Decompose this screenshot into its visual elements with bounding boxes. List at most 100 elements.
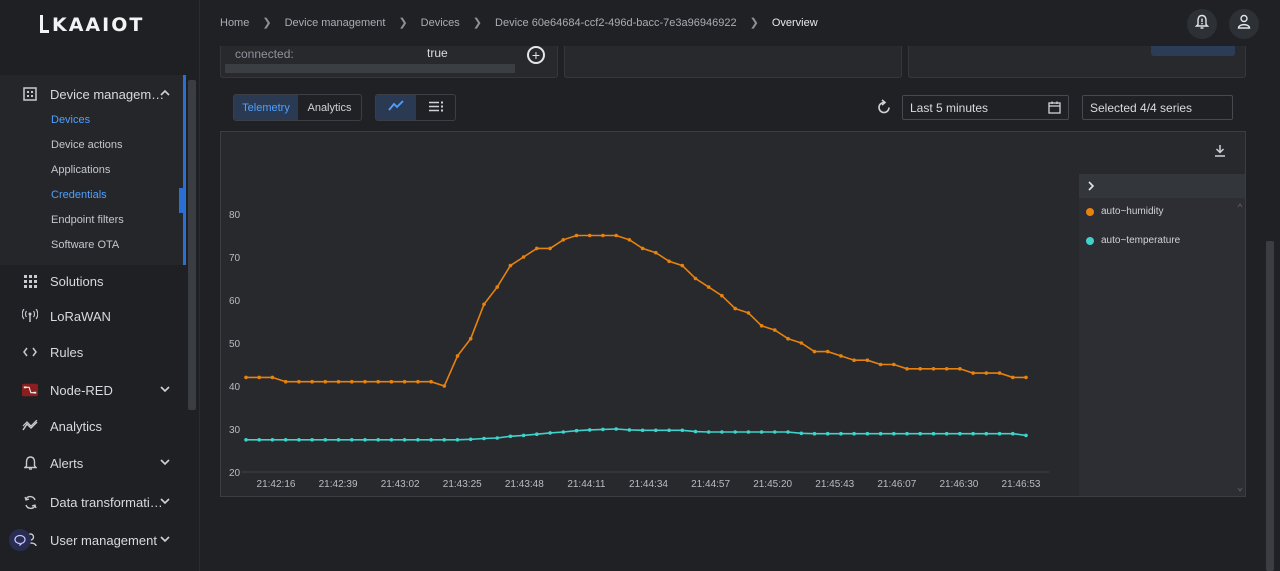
data-point xyxy=(720,430,724,434)
chevron-down-icon[interactable] xyxy=(159,495,171,510)
sidebar-subitem-software-ota[interactable]: Software OTA xyxy=(51,239,119,251)
data-point xyxy=(1024,375,1028,380)
data-point xyxy=(323,438,328,442)
table-view-button[interactable] xyxy=(416,95,455,120)
data-point xyxy=(521,255,526,259)
data-point xyxy=(495,285,500,289)
card-horizontal-scrollbar[interactable] xyxy=(225,64,515,73)
account-button[interactable] xyxy=(1229,9,1259,39)
chevron-down-icon[interactable] xyxy=(159,456,171,471)
data-point xyxy=(376,438,380,442)
device-card-right xyxy=(908,46,1246,78)
calendar-icon[interactable] xyxy=(1048,101,1061,117)
antenna-icon xyxy=(22,308,38,324)
card-action-button[interactable] xyxy=(1151,46,1235,56)
sidebar-scrollbar[interactable] xyxy=(188,80,196,410)
data-point xyxy=(733,430,737,434)
bell-alert-icon xyxy=(1194,14,1210,35)
data-point xyxy=(561,430,566,434)
data-point xyxy=(323,379,328,384)
data-point xyxy=(640,428,645,433)
sidebar-item-solutions[interactable]: Solutions xyxy=(0,264,183,298)
data-point xyxy=(574,428,579,433)
x-tick-label: 21:43:48 xyxy=(505,479,544,490)
data-point xyxy=(931,367,936,371)
data-point xyxy=(310,438,314,442)
data-point xyxy=(244,438,248,442)
chevron-down-icon[interactable] xyxy=(159,533,171,548)
kaaiot-logo[interactable]: kaaiot xyxy=(40,14,144,36)
data-point xyxy=(733,306,737,311)
active-section-indicator xyxy=(183,75,186,265)
tab-telemetry[interactable]: Telemetry xyxy=(234,95,298,120)
refresh-icon[interactable] xyxy=(876,99,892,115)
data-point xyxy=(548,246,552,251)
sidebar-item-device-management[interactable]: Device managem… xyxy=(0,77,183,111)
sidebar-item-alerts[interactable]: Alerts xyxy=(0,446,183,480)
main-content: connected: true + Telemetry Analytics La… xyxy=(200,46,1280,571)
node-red-icon xyxy=(22,382,38,398)
y-tick-label: 60 xyxy=(229,296,241,307)
breadcrumb-devices[interactable]: Devices xyxy=(421,17,460,29)
chat-icon[interactable] xyxy=(9,529,31,551)
chevron-down-icon[interactable] xyxy=(159,383,171,398)
data-point xyxy=(614,233,618,238)
data-point xyxy=(535,432,539,437)
series-select[interactable]: Selected 4/4 series xyxy=(1082,95,1233,120)
time-range-value: Last 5 minutes xyxy=(910,100,989,115)
sidebar-subitem-applications[interactable]: Applications xyxy=(51,164,110,176)
data-point xyxy=(350,438,354,442)
tab-analytics[interactable]: Analytics xyxy=(298,95,361,120)
device-card-middle xyxy=(564,46,902,78)
data-point xyxy=(984,431,989,436)
sidebar-subitem-device-actions[interactable]: Device actions xyxy=(51,139,123,151)
chevron-right-icon[interactable] xyxy=(1086,179,1096,197)
data-point xyxy=(601,427,605,432)
breadcrumb-device[interactable]: Device 60e64684-ccf2-496d-bacc-7e3a96946… xyxy=(495,17,737,29)
line-chart-icon xyxy=(388,100,404,115)
line-chart-button[interactable] xyxy=(376,95,416,120)
data-point xyxy=(746,430,751,434)
bell-icon xyxy=(22,455,38,471)
data-point xyxy=(852,358,856,362)
page-scrollbar[interactable] xyxy=(1266,241,1274,571)
data-point xyxy=(706,430,711,434)
download-icon[interactable] xyxy=(1214,144,1226,162)
sidebar-item-rules[interactable]: Rules xyxy=(0,335,183,369)
sidebar-item-analytics[interactable]: Analytics xyxy=(0,409,183,443)
sidebar-item-lorawan[interactable]: LoRaWAN xyxy=(0,299,183,333)
sidebar-subitem-credentials[interactable]: Credentials xyxy=(51,189,107,201)
sidebar-item-node-red[interactable]: Node-RED xyxy=(0,373,183,407)
legend-item-humidity[interactable]: auto~humidity xyxy=(1086,206,1164,217)
breadcrumb-device-management[interactable]: Device management xyxy=(285,17,386,29)
chevron-up-icon[interactable] xyxy=(159,87,171,102)
data-point xyxy=(574,233,579,238)
data-point xyxy=(548,431,552,435)
data-point xyxy=(958,431,962,436)
add-icon[interactable]: + xyxy=(527,46,545,64)
data-point xyxy=(257,438,261,442)
data-point xyxy=(521,433,526,438)
data-point xyxy=(640,246,645,251)
data-point xyxy=(971,371,975,375)
device-management-icon xyxy=(22,86,38,102)
y-tick-label: 20 xyxy=(229,468,241,479)
sidebar-item-data-transformation[interactable]: Data transformati… xyxy=(0,485,183,519)
breadcrumb-home[interactable]: Home xyxy=(220,17,249,29)
time-range-picker[interactable]: Last 5 minutes xyxy=(902,95,1069,120)
data-point xyxy=(892,431,896,436)
data-point xyxy=(429,438,433,442)
legend-header xyxy=(1079,174,1245,198)
x-tick-label: 21:43:25 xyxy=(443,479,482,490)
sidebar-subitem-devices[interactable]: Devices xyxy=(51,114,90,126)
analytics-icon xyxy=(22,418,38,434)
sidebar-item-label: Solutions xyxy=(50,273,104,289)
legend-item-temperature[interactable]: auto~temperature xyxy=(1086,235,1180,246)
data-point xyxy=(468,336,473,341)
sidebar-subitem-endpoint-filters[interactable]: Endpoint filters xyxy=(51,214,124,226)
data-point xyxy=(997,431,1002,436)
legend-scrollbar[interactable] xyxy=(1237,202,1243,494)
transform-icon xyxy=(22,494,38,510)
notifications-button[interactable] xyxy=(1187,9,1217,39)
x-tick-label: 21:46:07 xyxy=(877,479,916,490)
